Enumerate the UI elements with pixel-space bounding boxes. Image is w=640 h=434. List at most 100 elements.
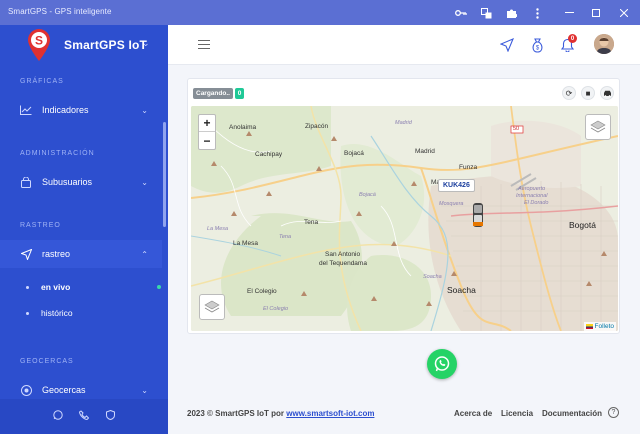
whatsapp-icon[interactable] [51, 408, 65, 422]
phone-icon[interactable] [77, 408, 91, 422]
place-label: Madrid [395, 120, 412, 126]
zoom-in-button[interactable]: + [199, 115, 215, 132]
whatsapp-button[interactable] [427, 349, 457, 379]
shield-icon[interactable] [103, 408, 117, 422]
sidebar-scrollbar[interactable] [163, 122, 166, 227]
place-label: Zipacón [305, 123, 329, 130]
place-label: Tena [304, 219, 319, 226]
vehicle-marker-icon[interactable] [471, 202, 485, 228]
send-icon[interactable] [499, 37, 515, 53]
layers-button[interactable] [199, 294, 225, 320]
place-label: Cachipay [255, 151, 283, 158]
place-label: Funza [459, 164, 478, 171]
bullet-icon [26, 311, 29, 315]
stop-icon[interactable]: ■ [581, 86, 595, 100]
chevron-down-icon: ⌄ [141, 385, 148, 395]
flag-icon [586, 323, 594, 329]
sidebar-item-label: Indicadores [42, 105, 89, 115]
kebab-icon[interactable] [529, 5, 545, 21]
section-rastreo: RASTREO [20, 222, 61, 229]
topbar: $ 0 [168, 25, 640, 65]
help-icon[interactable]: ? [608, 407, 619, 418]
translate-icon[interactable] [478, 5, 494, 21]
map-tiles [191, 106, 618, 331]
layers-icon [204, 300, 220, 313]
chevron-down-icon[interactable]: ⌄ [142, 38, 150, 49]
active-indicator [157, 285, 161, 289]
chevron-down-icon: ⌄ [141, 105, 148, 115]
place-label: Tena [279, 234, 292, 240]
main-content: $ 0 Cargando.. 0 ⟳ ■ Anolaima Zipacón Ca… [168, 25, 640, 434]
key-icon[interactable] [453, 5, 469, 21]
zoom-out-button[interactable]: − [199, 132, 215, 149]
place-label: El Colegio [247, 288, 277, 295]
section-graficas: GRÁFICAS [20, 78, 64, 85]
sidebar-item-indicadores[interactable]: Indicadores ⌄ [0, 96, 162, 124]
minimize-icon[interactable] [561, 5, 577, 21]
brand-name[interactable]: SmartGPS IoT [64, 38, 147, 52]
sidebar-subitem-en-vivo[interactable]: en vivo [26, 282, 70, 292]
bullet-icon [26, 285, 29, 289]
map[interactable]: Anolaima Zipacón Cachipay Bojacá Madrid … [191, 106, 618, 331]
whatsapp-icon [434, 356, 450, 372]
site-link[interactable]: www.smartsoft-iot.com [286, 409, 374, 418]
sidebar-subitem-historico[interactable]: histórico [26, 308, 73, 318]
place-label: Madrid [415, 148, 435, 155]
attribution-link[interactable]: Folleto [594, 323, 614, 330]
place-label: San Antonio [325, 251, 361, 258]
place-label: Mosquera [439, 201, 464, 207]
place-label: La Mesa [207, 226, 229, 232]
sidebar-item-rastreo[interactable]: rastreo ⌃ [0, 240, 162, 268]
page-footer: 2023 © SmartGPS IoT por www.smartsoft-io… [168, 403, 640, 427]
docs-link[interactable]: Documentación [542, 409, 602, 418]
refresh-icon[interactable]: ⟳ [562, 86, 576, 100]
sidebar-footer [0, 399, 168, 434]
place-label: Soacha [447, 285, 476, 295]
logo-icon: S [28, 29, 50, 61]
sidebar: S SmartGPS IoT ⌄ GRÁFICAS Indicadores ⌄ … [0, 25, 168, 434]
chevron-down-icon: ⌄ [141, 177, 148, 187]
avatar[interactable] [594, 34, 614, 54]
place-label: Aeropuerto [518, 186, 546, 192]
map-attribution[interactable]: Folleto [584, 322, 616, 331]
users-icon [19, 175, 33, 189]
hamburger-menu-icon[interactable] [198, 40, 210, 50]
svg-text:S: S [35, 34, 43, 48]
copyright: 2023 © SmartGPS IoT por www.smartsoft-io… [187, 409, 374, 418]
license-link[interactable]: Licencia [501, 409, 533, 418]
place-label: Soacha [423, 274, 442, 280]
tracking-card: Cargando.. 0 ⟳ ■ Anolaima Zipacón Cachip… [187, 78, 620, 334]
window-titlebar: SmartGPS - GPS inteligente [0, 0, 640, 25]
sidebar-item-subusuarios[interactable]: Subusuarios ⌄ [0, 168, 162, 196]
sidebar-item-label: Geocercas [42, 385, 86, 395]
layers-icon [590, 120, 606, 133]
status-badge: Cargando.. [193, 88, 233, 99]
zoom-control: + − [198, 114, 216, 150]
car-icon[interactable] [600, 86, 614, 100]
subitem-label: en vivo [41, 282, 71, 292]
notification-badge: 0 [568, 34, 577, 43]
money-bag-icon[interactable]: $ [529, 37, 545, 53]
navigation-icon [19, 247, 33, 261]
place-label: La Mesa [233, 240, 258, 247]
sidebar-item-label: rastreo [42, 249, 71, 259]
place-label: Bojacá [359, 192, 376, 198]
sidebar-header: S SmartGPS IoT ⌄ [0, 25, 168, 67]
close-icon[interactable] [616, 5, 632, 21]
copyright-text: 2023 © SmartGPS IoT por [187, 409, 285, 418]
place-label: Internacional [516, 193, 548, 199]
section-administracion: ADMINISTRACIÓN [20, 150, 95, 157]
layers-button[interactable] [585, 114, 611, 140]
about-link[interactable]: Acerca de [454, 409, 492, 418]
place-label: Bojacá [344, 150, 364, 157]
subitem-label: histórico [41, 308, 73, 318]
puzzle-icon[interactable] [503, 5, 519, 21]
place-label: del Tequendama [319, 260, 367, 267]
place-label: El Dorado [524, 200, 549, 206]
chart-icon [19, 103, 33, 117]
vehicle-count-badge: 0 [235, 88, 244, 99]
maximize-icon[interactable] [588, 5, 604, 21]
vehicle-label[interactable]: KUK426 [438, 179, 475, 192]
place-label: El Colegio [263, 306, 289, 312]
svg-text:$: $ [535, 45, 539, 51]
